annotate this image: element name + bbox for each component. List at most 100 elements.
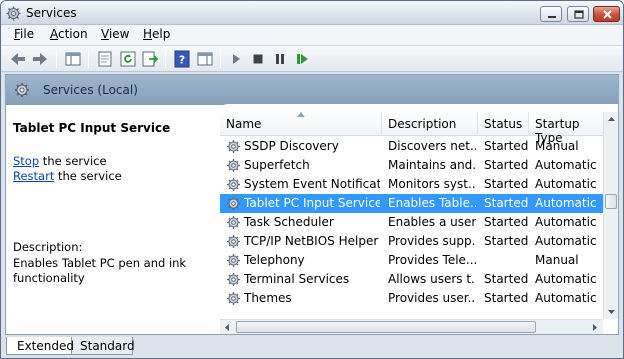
close-button[interactable] [593, 6, 620, 22]
pane-title: Services (Local) [43, 83, 138, 97]
table-row[interactable]: Terminal Services Allows users t... Starte… [220, 270, 603, 289]
menu-action[interactable]: Action [50, 27, 88, 41]
svg-text:?: ? [179, 54, 185, 67]
stop-service-button[interactable] [249, 50, 267, 68]
toolbar-separator [220, 50, 221, 68]
maximize-icon [574, 10, 584, 19]
column-status-label: Status [484, 117, 523, 131]
services-list: Name Description Status Startup Type SSD… [218, 104, 618, 334]
service-status: Started [484, 272, 529, 286]
description-text: Enables Tablet PC pen and ink functional… [13, 256, 187, 285]
scroll-left-icon[interactable] [220, 320, 235, 335]
table-row[interactable]: Telephony Provides Tele... Manual [220, 251, 603, 270]
forward-button[interactable] [31, 50, 49, 68]
title-bar[interactable]: Services [1, 1, 623, 25]
restart-service-line: Restart the service [13, 169, 122, 183]
back-icon [11, 53, 25, 65]
service-startup-type: Manual [535, 139, 579, 153]
table-row[interactable]: Task Scheduler Enables a user... Started Au… [220, 213, 603, 232]
description-label: Description: [13, 240, 83, 254]
service-description: Enables Table... [388, 196, 476, 210]
table-row[interactable]: System Event Notificati... Monitors syst.… [220, 175, 603, 194]
column-name-label: Name [226, 117, 262, 131]
pause-service-button[interactable] [271, 50, 289, 68]
service-gear-icon [227, 254, 240, 267]
close-icon [603, 10, 612, 19]
tab-standard[interactable]: Standard [69, 337, 135, 355]
export-list-button[interactable] [141, 50, 159, 68]
restart-service-link[interactable]: Restart [13, 169, 54, 183]
service-status: Started [484, 215, 529, 229]
menu-bar: File Action View Help [1, 25, 623, 45]
service-gear-icon [227, 159, 240, 172]
vertical-scroll-thumb[interactable] [605, 194, 617, 209]
maximize-button[interactable] [567, 6, 589, 22]
stop-service-line: Stop the service [13, 154, 107, 168]
menu-file[interactable]: File [14, 27, 34, 41]
service-status: Started [484, 139, 529, 153]
table-row[interactable]: Superfetch Maintains and... Started Automat… [220, 156, 603, 175]
column-header-startup-type[interactable]: Startup Type [529, 112, 603, 145]
service-gear-icon [227, 292, 240, 305]
help-button[interactable]: ? [173, 50, 191, 68]
toolbar-separator [88, 50, 89, 68]
list-rows: SSDP Discovery Discovers net... Started Man… [220, 137, 603, 309]
export-list-icon [142, 51, 159, 67]
service-description: Discovers net... [388, 139, 476, 153]
services-gear-icon [15, 83, 29, 97]
resume-service-button[interactable] [293, 50, 311, 68]
show-console-tree-button[interactable] [64, 50, 82, 68]
content-pane: Services (Local) Tablet PC Input Service… [5, 74, 619, 335]
service-description: Provides Tele... [388, 253, 476, 267]
service-name: TCP/IP NetBIOS Helper [244, 234, 379, 248]
horizontal-scrollbar[interactable] [220, 319, 603, 334]
service-status: Started [484, 291, 529, 305]
service-name: SSDP Discovery [244, 139, 339, 153]
selected-service-name: Tablet PC Input Service [13, 121, 171, 135]
column-header-description[interactable]: Description [382, 112, 478, 136]
service-name: Superfetch [244, 158, 310, 172]
forward-icon [33, 53, 47, 65]
table-row[interactable]: TCP/IP NetBIOS Helper Provides supp... Sta… [220, 232, 603, 251]
service-description: Provides supp... [388, 234, 476, 248]
minimize-icon [548, 16, 556, 18]
stop-service-text: the service [39, 154, 107, 168]
horizontal-scroll-thumb[interactable] [236, 321, 536, 333]
scroll-down-icon[interactable] [604, 304, 619, 319]
toolbar: ? [1, 45, 623, 72]
column-header-status[interactable]: Status [478, 112, 529, 136]
service-name: Task Scheduler [244, 215, 334, 229]
restart-service-text: the service [54, 169, 122, 183]
minimize-button[interactable] [540, 6, 562, 22]
toolbar-separator [165, 50, 166, 68]
service-startup-type: Automatic [535, 272, 597, 286]
services-window: Services File Action View Help ? Service… [0, 0, 624, 359]
table-row[interactable]: Tablet PC Input Service Enables Table... S… [220, 194, 603, 213]
menu-view[interactable]: View [101, 27, 129, 41]
service-startup-type: Automatic [535, 177, 597, 191]
back-button[interactable] [9, 50, 27, 68]
show-action-pane-button[interactable] [196, 50, 214, 68]
service-status: Started [484, 158, 529, 172]
extended-description-panel: Tablet PC Input Service Stop the service… [6, 105, 220, 334]
toolbar-separator [56, 50, 57, 68]
tab-extended[interactable]: Extended [6, 337, 74, 355]
properties-button[interactable] [96, 50, 114, 68]
service-description: Enables a user... [388, 215, 476, 229]
service-status: Started [484, 234, 529, 248]
service-description: Maintains and... [388, 158, 476, 172]
scroll-up-icon[interactable] [604, 112, 619, 127]
show-console-tree-icon [65, 52, 81, 66]
stop-service-link[interactable]: Stop [13, 154, 39, 168]
scroll-right-icon[interactable] [587, 320, 602, 335]
vertical-scrollbar[interactable] [603, 112, 618, 319]
service-startup-type: Automatic [535, 291, 597, 305]
service-gear-icon [227, 216, 240, 229]
service-startup-type: Automatic [535, 234, 597, 248]
refresh-button[interactable] [119, 50, 137, 68]
table-row[interactable]: Themes Provides user... Started Automatic [220, 289, 603, 308]
start-service-button[interactable] [227, 50, 245, 68]
menu-help[interactable]: Help [143, 27, 170, 41]
help-icon: ? [174, 50, 190, 68]
table-row[interactable]: SSDP Discovery Discovers net... Started Man… [220, 137, 603, 156]
